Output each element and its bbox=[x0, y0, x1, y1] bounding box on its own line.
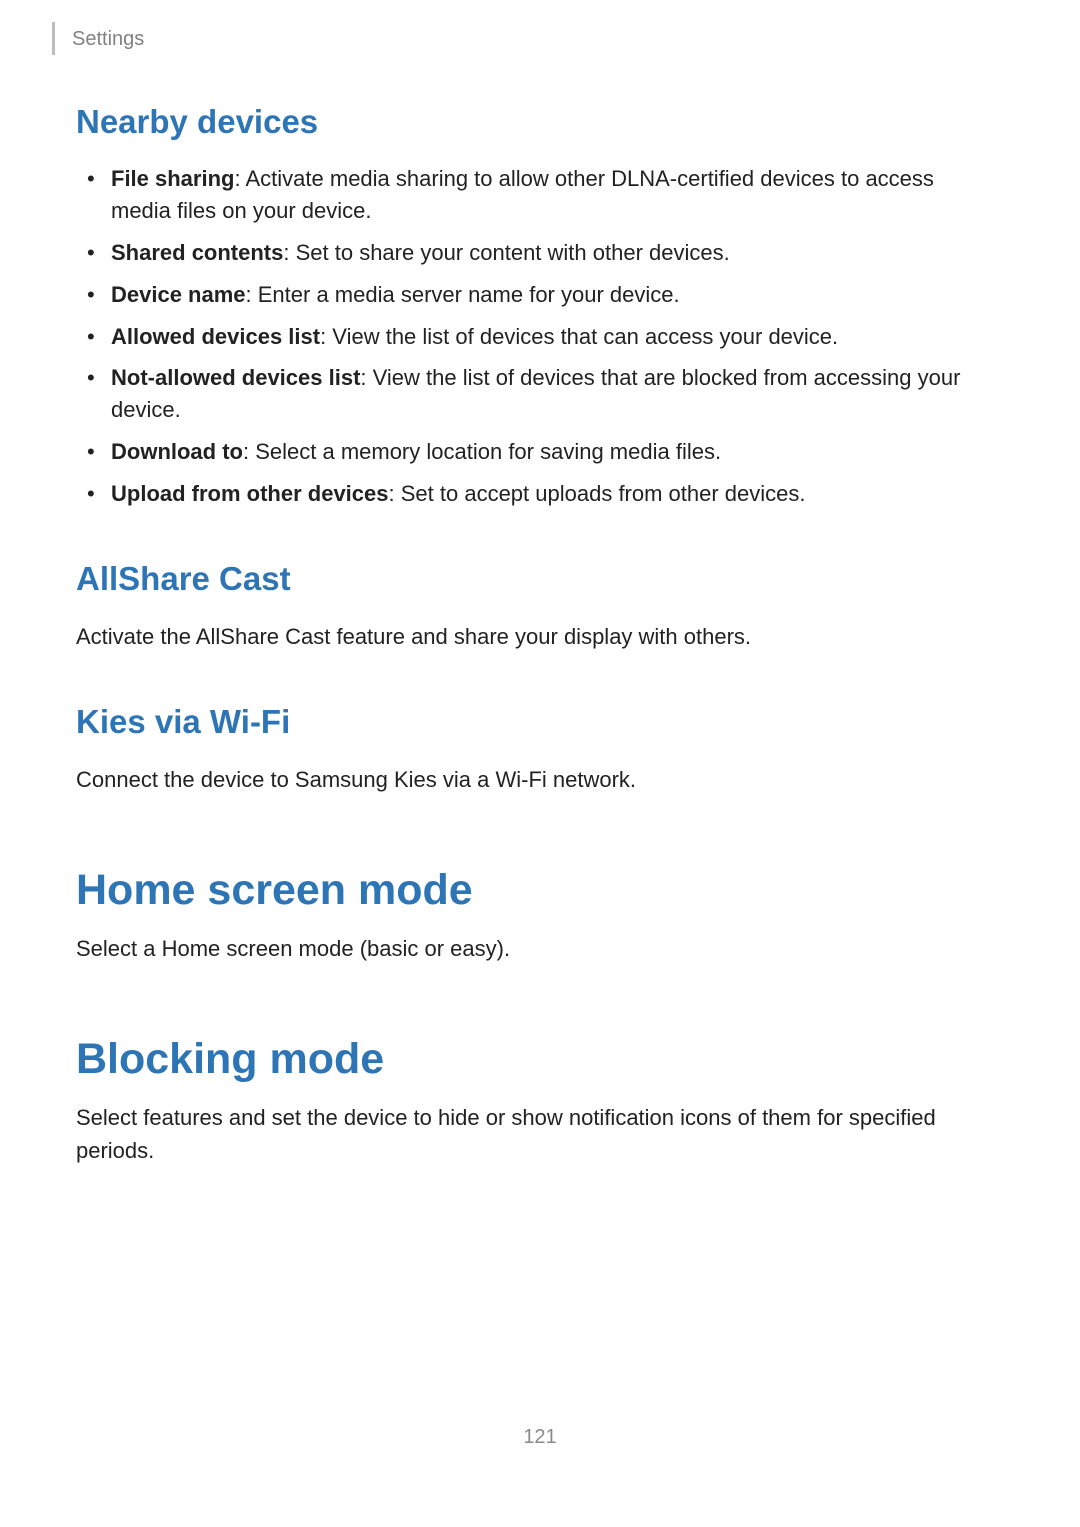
kies-body: Connect the device to Samsung Kies via a… bbox=[76, 763, 996, 796]
item-desc: : View the list of devices that can acce… bbox=[320, 324, 838, 349]
item-desc: : Activate media sharing to allow other … bbox=[111, 166, 934, 223]
home-screen-body: Select a Home screen mode (basic or easy… bbox=[76, 932, 996, 965]
nearby-devices-list: File sharing: Activate media sharing to … bbox=[76, 163, 996, 510]
header-divider bbox=[52, 22, 55, 55]
allshare-cast-body: Activate the AllShare Cast feature and s… bbox=[76, 620, 996, 653]
item-label: Device name bbox=[111, 282, 246, 307]
heading-kies: Kies via Wi-Fi bbox=[76, 703, 996, 741]
item-label: File sharing bbox=[111, 166, 234, 191]
list-item: Allowed devices list: View the list of d… bbox=[111, 321, 996, 353]
page-content: Nearby devices File sharing: Activate me… bbox=[76, 103, 996, 1175]
list-item: Upload from other devices: Set to accept… bbox=[111, 478, 996, 510]
blocking-mode-body: Select features and set the device to hi… bbox=[76, 1101, 996, 1167]
item-desc: : Enter a media server name for your dev… bbox=[246, 282, 680, 307]
heading-allshare-cast: AllShare Cast bbox=[76, 560, 996, 598]
list-item: Download to: Select a memory location fo… bbox=[111, 436, 996, 468]
item-label: Not-allowed devices list bbox=[111, 365, 360, 390]
item-label: Allowed devices list bbox=[111, 324, 320, 349]
list-item: Shared contents: Set to share your conte… bbox=[111, 237, 996, 269]
heading-blocking-mode: Blocking mode bbox=[76, 1035, 996, 1084]
item-label: Shared contents bbox=[111, 240, 283, 265]
page-number: 121 bbox=[0, 1426, 1080, 1449]
item-desc: : Set to share your content with other d… bbox=[283, 240, 729, 265]
list-item: File sharing: Activate media sharing to … bbox=[111, 163, 996, 227]
item-desc: : Set to accept uploads from other devic… bbox=[389, 481, 806, 506]
item-desc: : Select a memory location for saving me… bbox=[243, 439, 721, 464]
breadcrumb: Settings bbox=[72, 28, 144, 51]
item-label: Download to bbox=[111, 439, 243, 464]
heading-home-screen-mode: Home screen mode bbox=[76, 866, 996, 915]
list-item: Not-allowed devices list: View the list … bbox=[111, 362, 996, 426]
heading-nearby-devices: Nearby devices bbox=[76, 103, 996, 141]
list-item: Device name: Enter a media server name f… bbox=[111, 279, 996, 311]
item-label: Upload from other devices bbox=[111, 481, 389, 506]
